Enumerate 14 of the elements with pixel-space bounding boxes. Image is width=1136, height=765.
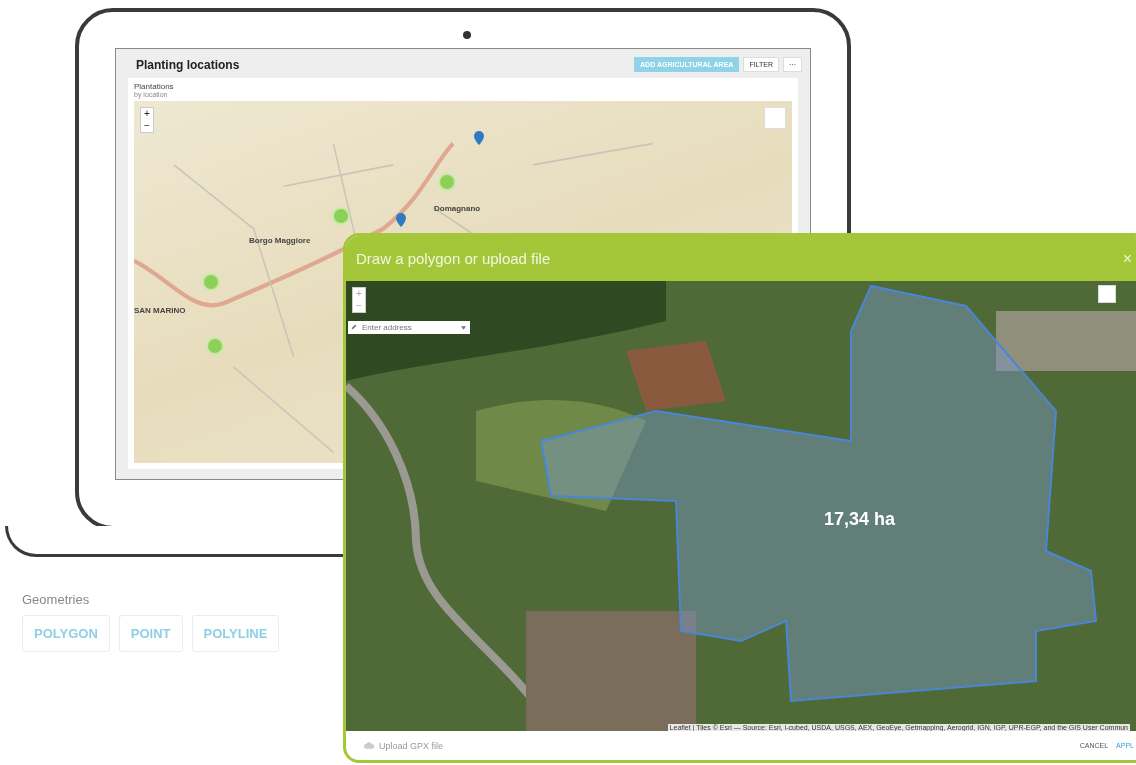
upload-button[interactable]: Upload GPX file [364, 740, 444, 751]
area-label: 17,34 ha [824, 509, 896, 530]
geometry-option[interactable]: POINT [118, 615, 183, 652]
address-field[interactable]: Enter address [348, 321, 470, 334]
geometry-option[interactable]: POLYGON [22, 615, 110, 652]
card-title: Plantations [134, 82, 175, 91]
section-label: Geometries [22, 592, 91, 607]
place-label: Borgo Maggiore [249, 236, 311, 245]
place-label: Domagnano [434, 204, 481, 213]
page-title: Planting locations [136, 57, 240, 72]
close-button[interactable]: × [1122, 249, 1132, 268]
dialog-title: Draw a polygon or upload file [356, 250, 551, 267]
geometry-option[interactable]: POLYLINE [191, 615, 280, 652]
place-label: SAN MARINO [134, 306, 186, 315]
